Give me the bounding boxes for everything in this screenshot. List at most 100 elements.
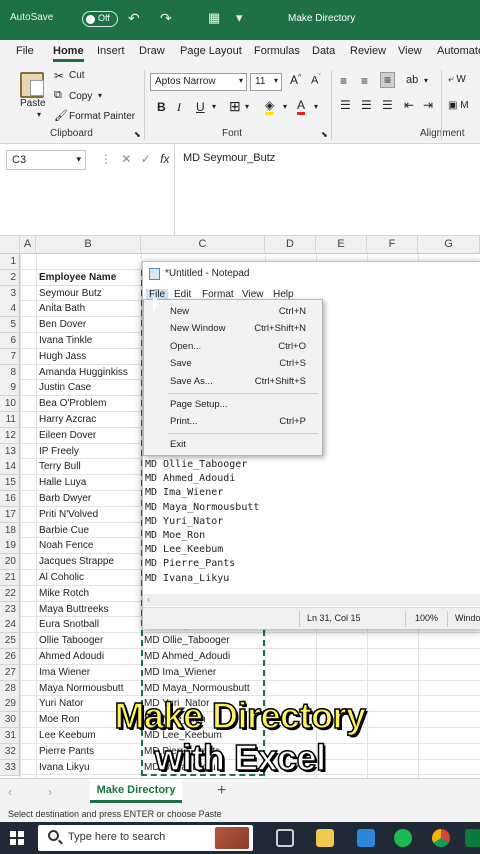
underline-icon[interactable]: U <box>196 100 205 114</box>
cell-b[interactable]: Hugh Jass <box>36 349 86 365</box>
notepad-text-area[interactable]: MD Ollie_Tabooger MD Ahmed_Adoudi MD Ima_W… <box>145 458 259 586</box>
table-icon[interactable]: ▦ <box>208 10 220 26</box>
cell-b[interactable]: Anita Bath <box>36 301 85 317</box>
decrease-indent-icon[interactable]: ⇤ <box>404 98 414 112</box>
tab-formulas[interactable]: Formulas <box>254 45 300 57</box>
cell-b[interactable]: Seymour Butz <box>36 286 102 302</box>
cell-b[interactable]: Noah Fence <box>36 538 93 554</box>
row-header[interactable]: 20 <box>0 554 20 571</box>
row-header[interactable]: 25 <box>0 633 20 650</box>
align-left-icon[interactable]: ☰ <box>340 98 351 112</box>
sheet-next-icon[interactable]: › <box>48 785 52 799</box>
orientation-icon[interactable]: ab <box>406 74 418 86</box>
bold-icon[interactable]: B <box>157 100 166 114</box>
column-header-b[interactable]: B <box>36 236 141 254</box>
tab-automate[interactable]: Automate <box>437 45 480 57</box>
cell-b[interactable] <box>36 254 39 270</box>
sheet-prev-icon[interactable]: ‹ <box>8 785 12 799</box>
row-header[interactable]: 27 <box>0 664 20 681</box>
row-header[interactable]: 23 <box>0 601 20 618</box>
column-header-e[interactable]: E <box>316 236 367 254</box>
cell-b[interactable]: Eileen Dover <box>36 428 96 444</box>
row-header[interactable]: 11 <box>0 412 20 428</box>
row-header[interactable]: 17 <box>0 506 20 523</box>
tab-draw[interactable]: Draw <box>139 45 165 57</box>
font-name-select[interactable]: Aptos Narrow ▾ <box>150 73 247 91</box>
tab-insert[interactable]: Insert <box>97 45 125 57</box>
fill-color-icon[interactable]: ◈ <box>265 98 275 115</box>
menu-item-open[interactable]: Open... Ctrl+O <box>144 339 322 355</box>
row-header[interactable]: 2 <box>0 269 20 286</box>
font-size-select[interactable]: 11 ▾ <box>250 73 282 91</box>
name-box[interactable]: C3 ▾ <box>6 150 86 170</box>
cell-b[interactable]: Halle Luya <box>36 475 86 491</box>
column-header-d[interactable]: D <box>265 236 316 254</box>
tab-review[interactable]: Review <box>350 45 386 57</box>
borders-dropdown-icon[interactable]: ▾ <box>245 102 249 111</box>
chrome-icon[interactable] <box>432 829 450 847</box>
row-header[interactable]: 7 <box>0 348 20 365</box>
row-header[interactable]: 29 <box>0 696 20 713</box>
cell-b[interactable]: Barbie Cue <box>36 523 89 539</box>
row-header[interactable]: 13 <box>0 443 20 460</box>
column-header-g[interactable]: G <box>418 236 480 254</box>
row-header[interactable]: 32 <box>0 743 20 760</box>
tab-file[interactable]: File <box>16 45 34 57</box>
undo-icon[interactable]: ↶ <box>128 10 140 27</box>
align-right-icon[interactable]: ☰ <box>382 98 393 112</box>
menu-item-print[interactable]: Print... Ctrl+P <box>144 414 322 430</box>
scroll-left-icon[interactable]: ‹ <box>147 594 150 604</box>
row-header[interactable]: 1 <box>0 254 20 270</box>
cell-b[interactable]: Priti N'Volved <box>36 507 98 523</box>
font-color-dropdown-icon[interactable]: ▾ <box>314 102 318 111</box>
copy-icon[interactable]: ⧉ <box>54 89 62 102</box>
row-header[interactable]: 8 <box>0 364 20 381</box>
menu-item-exit[interactable]: Exit <box>144 437 322 453</box>
cell-b[interactable]: Al Coholic <box>36 570 84 586</box>
row-header[interactable]: 5 <box>0 317 20 334</box>
row-header[interactable]: 19 <box>0 538 20 555</box>
menu-item-save-as[interactable]: Save As... Ctrl+Shift+S <box>144 374 322 390</box>
cell-b[interactable]: Maya Buttreeks <box>36 602 108 618</box>
borders-icon[interactable]: ⊞ <box>229 98 241 115</box>
row-header[interactable]: 9 <box>0 380 20 397</box>
mail-icon[interactable] <box>357 829 375 847</box>
copy-button[interactable]: Copy <box>69 91 92 102</box>
cell-b[interactable]: Ivana Tinkle <box>36 333 92 349</box>
cell-b[interactable]: Barb Dwyer <box>36 491 91 507</box>
cell-b[interactable]: Eura Snotball <box>36 617 99 633</box>
cell-b[interactable]: Ben Dover <box>36 317 86 333</box>
orientation-dropdown-icon[interactable]: ▾ <box>424 76 428 85</box>
row-header[interactable]: 33 <box>0 759 20 776</box>
row-header[interactable]: 28 <box>0 680 20 697</box>
row-header[interactable]: 18 <box>0 522 20 539</box>
tab-home[interactable]: Home <box>53 45 84 62</box>
row-header[interactable]: 26 <box>0 649 20 665</box>
excel-icon[interactable] <box>465 829 480 847</box>
copy-dropdown-icon[interactable]: ▾ <box>98 91 102 100</box>
merge-button[interactable]: ▣ M <box>448 100 469 111</box>
menu-item-page-setup[interactable]: Page Setup... <box>144 397 322 413</box>
cut-button[interactable]: Cut <box>69 70 85 81</box>
format-painter-button[interactable]: Format Painter <box>69 111 135 122</box>
row-header[interactable]: 4 <box>0 301 20 318</box>
cancel-icon[interactable]: ✕ <box>121 152 131 166</box>
sheet-tab-make-directory[interactable]: Make Directory <box>90 779 182 803</box>
redo-icon[interactable]: ↷ <box>160 10 172 27</box>
taskbar-search-box[interactable]: Type here to search <box>38 825 253 851</box>
row-header[interactable]: 6 <box>0 333 20 349</box>
cell-b[interactable]: Ima Wiener <box>36 665 90 681</box>
align-bottom-icon[interactable]: ≡ <box>380 72 396 88</box>
row-header[interactable]: 22 <box>0 585 20 602</box>
row-header[interactable]: 14 <box>0 459 20 476</box>
task-view-icon[interactable] <box>276 829 294 847</box>
autosave-toggle[interactable]: Off <box>82 11 118 27</box>
menu-item-save[interactable]: Save Ctrl+S <box>144 356 322 372</box>
customize-icon[interactable]: ▾ <box>236 10 243 26</box>
fill-dropdown-icon[interactable]: ▾ <box>283 102 287 111</box>
underline-dropdown-icon[interactable]: ▾ <box>212 102 216 111</box>
cell-b[interactable]: Jacques Strappe <box>36 554 114 570</box>
format-painter-icon[interactable]: 🖌 <box>54 109 68 122</box>
paste-button[interactable]: Paste <box>20 98 46 109</box>
cell-b[interactable]: Ahmed Adoudi <box>36 649 104 665</box>
